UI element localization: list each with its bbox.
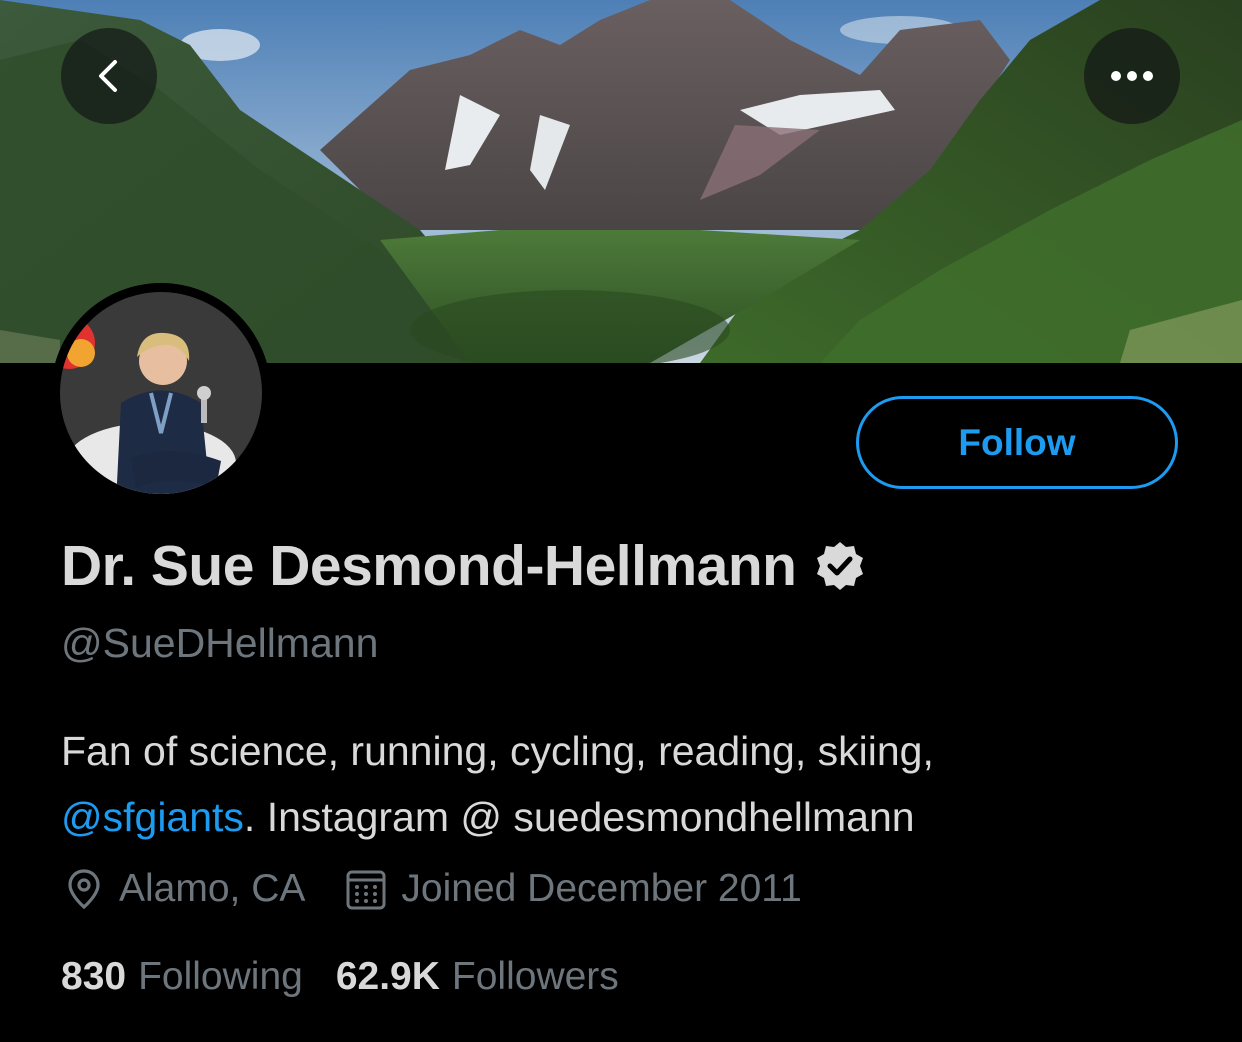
profile-joined-text: Joined December 2011 [401,867,802,910]
following-label: Following [138,955,303,998]
followers-count: 62.9K [335,955,440,998]
profile-display-name: Dr. Sue Desmond-Hellmann [61,534,797,598]
bio-mention-link[interactable]: @sfgiants [61,794,244,840]
profile-handle: @SueDHellmann [61,620,379,666]
verified-badge-icon [813,539,867,593]
profile-avatar[interactable] [51,283,271,503]
more-options-button[interactable] [1084,28,1180,124]
bio-line-2: @sfgiants. Instagram @ suedesmondhellman… [61,784,1201,850]
profile-bio: Fan of science, running, cycling, readin… [61,718,1201,850]
profile-location: Alamo, CA [61,866,305,912]
following-count: 830 [61,955,127,998]
bio-line-2-text: . Instagram @ suedesmondhellmann [243,794,915,840]
profile-stats: 830 Following 62.9K Followers [61,955,619,999]
profile-location-text: Alamo, CA [119,867,306,910]
chevron-left-icon [99,60,117,92]
following-link[interactable]: 830 Following [61,955,303,999]
location-pin-icon [61,866,107,912]
profile-meta: Alamo, CA Joined December 2011 [61,866,802,912]
followers-link[interactable]: 62.9K Followers [336,955,619,999]
back-button[interactable] [61,28,157,124]
followers-label: Followers [451,955,619,998]
profile-name-row: Dr. Sue Desmond-Hellmann [61,533,867,599]
profile-joined: Joined December 2011 [343,866,802,912]
more-horizontal-icon [1111,71,1153,81]
calendar-icon [343,866,389,912]
bio-line-1: Fan of science, running, cycling, readin… [61,728,934,774]
follow-button[interactable]: Follow [856,396,1178,489]
avatar-photo [51,283,271,503]
